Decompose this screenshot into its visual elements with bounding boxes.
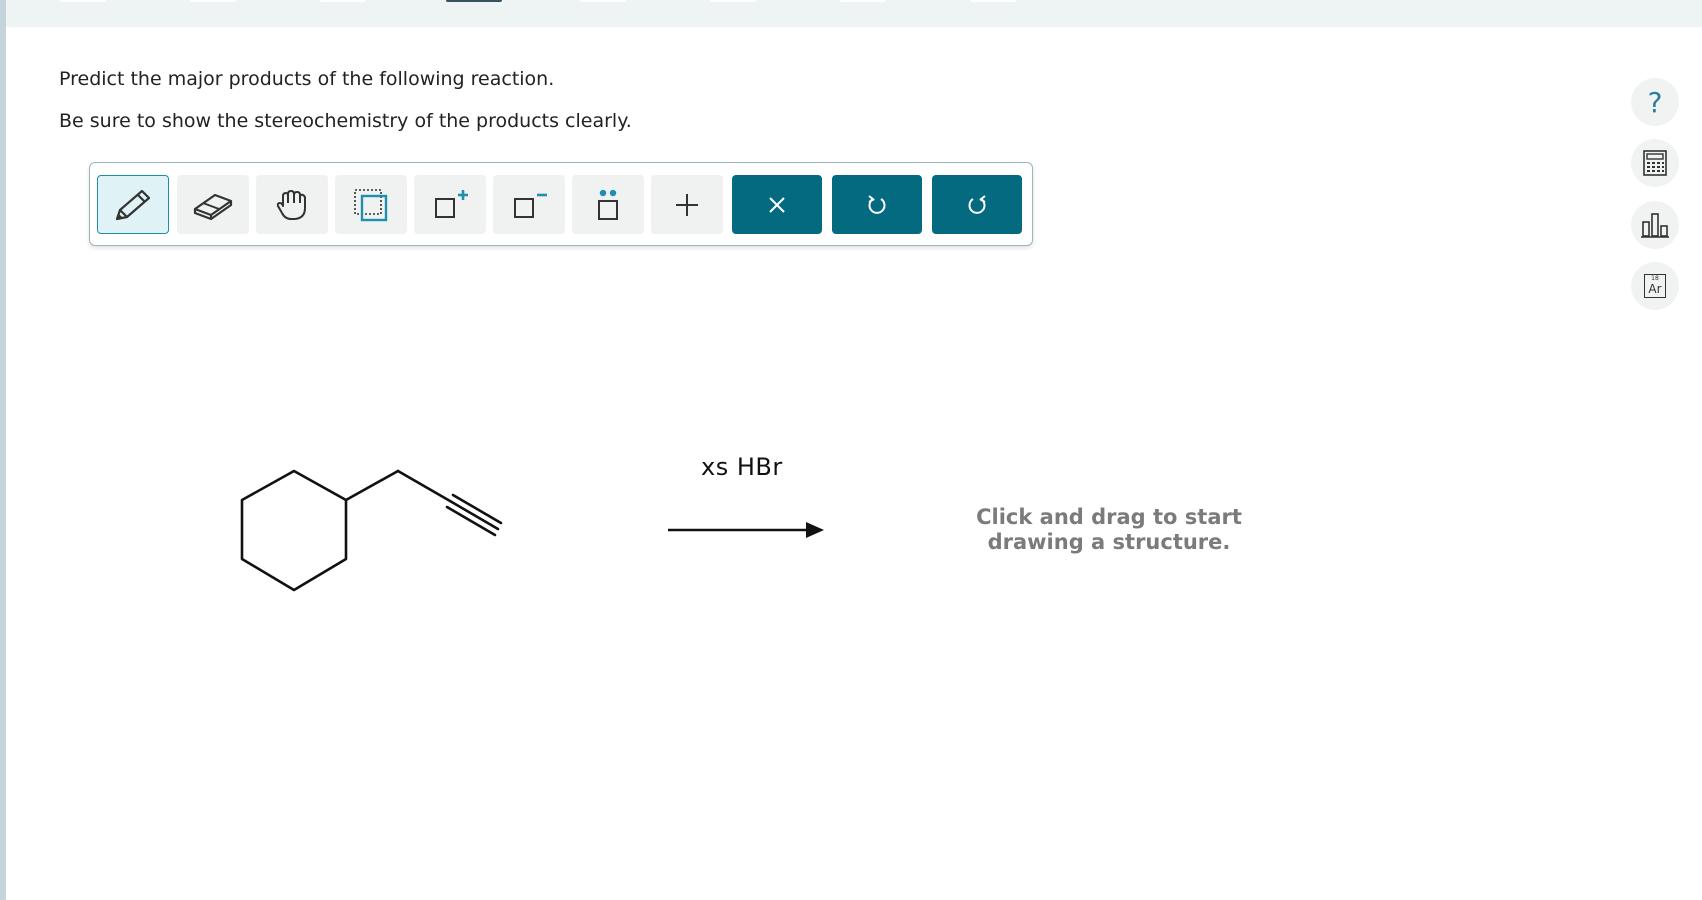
canvas-hint[interactable]: Click and drag to start drawing a struct… — [968, 505, 1250, 555]
progress-tick — [320, 0, 366, 2]
progress-tick — [580, 0, 626, 2]
help-button[interactable]: ? — [1631, 78, 1679, 126]
data-chart-button[interactable] — [1631, 201, 1679, 249]
charge-plus-icon — [435, 189, 468, 218]
negative-charge-tool-button[interactable] — [493, 175, 565, 234]
pencil-tool-button[interactable] — [97, 175, 169, 234]
hand-icon — [276, 189, 306, 220]
pencil-icon — [115, 189, 151, 220]
lone-pair-icon — [598, 189, 618, 220]
left-border — [0, 0, 6, 900]
lone-pair-tool-button[interactable] — [572, 175, 644, 234]
element-symbol: Ar — [1648, 282, 1662, 296]
calculator-icon — [1643, 150, 1667, 176]
reactant-structure — [240, 469, 503, 592]
question-text-line2: Be sure to show the stereochemistry of t… — [59, 110, 632, 132]
drawing-toolbar — [89, 162, 1033, 246]
undo-icon — [868, 194, 886, 214]
eraser-icon — [193, 193, 233, 220]
charge-minus-icon — [514, 193, 547, 218]
progress-tick — [970, 0, 1016, 2]
bar-chart-icon — [1641, 213, 1669, 238]
calculator-button[interactable] — [1631, 139, 1679, 187]
close-icon — [769, 196, 785, 213]
periodic-table-button[interactable]: 18 Ar — [1631, 262, 1679, 310]
move-tool-button[interactable] — [256, 175, 328, 234]
question-icon: ? — [1647, 85, 1663, 119]
selection-tool-button[interactable] — [335, 175, 407, 234]
progress-tick — [710, 0, 756, 2]
progress-tick — [840, 0, 886, 2]
periodic-table-icon: 18 Ar — [1644, 274, 1666, 298]
top-progress-strip — [6, 0, 1702, 27]
element-number: 18 — [1651, 275, 1659, 282]
redo-button[interactable] — [932, 175, 1022, 234]
eraser-tool-button[interactable] — [177, 175, 249, 234]
reaction-arrow — [668, 522, 824, 538]
progress-tick — [60, 0, 106, 2]
selection-box-icon — [354, 188, 388, 221]
progress-tick-current — [446, 0, 502, 2]
reagent-label: xs HBr — [701, 453, 783, 481]
positive-charge-tool-button[interactable] — [414, 175, 486, 234]
question-text-line1: Predict the major products of the follow… — [59, 68, 555, 90]
undo-button[interactable] — [832, 175, 922, 234]
add-tool-button[interactable] — [651, 175, 723, 234]
plus-icon — [676, 193, 698, 216]
progress-tick — [190, 0, 236, 2]
redo-icon — [968, 194, 986, 214]
clear-button[interactable] — [732, 175, 822, 234]
